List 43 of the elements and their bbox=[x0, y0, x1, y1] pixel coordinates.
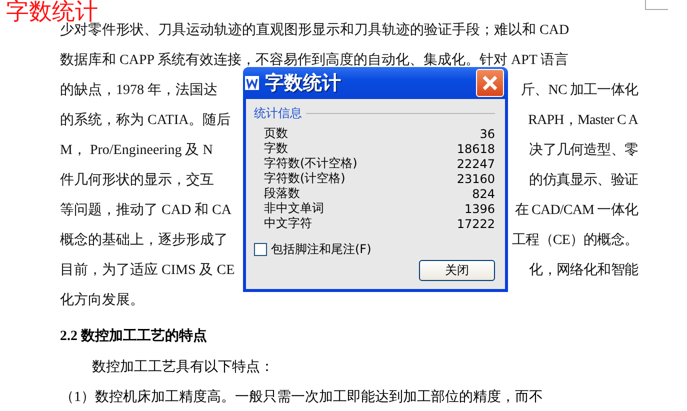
document-text: 的缺点，1978 年，法国达 bbox=[60, 82, 218, 99]
dialog-title: 字数统计 bbox=[265, 71, 342, 96]
document-text: 数据库和 CAPP 系统有效连接，不容易作到高度的自动化、集成化。针对 APT 语言 bbox=[60, 51, 570, 69]
close-button[interactable] bbox=[476, 69, 504, 97]
page-corner-mark bbox=[645, 0, 668, 10]
document-text: 化，网络化和智能 bbox=[529, 262, 638, 279]
stat-value: 1396 bbox=[464, 202, 495, 216]
document-text: 少对零件形状、刀具运动轨迹的直观图形显示和刀具轨迹的验证手段；难以和 CAD bbox=[60, 22, 570, 39]
document-text: 件几何形状的显示，交互 bbox=[60, 171, 215, 189]
document-text: 决了几何造型、零 bbox=[529, 142, 638, 159]
close-dialog-button[interactable]: 关闭 bbox=[419, 260, 495, 281]
document-text: 概念的基础上，逐步形成了 bbox=[60, 232, 229, 249]
stat-value: 23160 bbox=[456, 172, 495, 186]
checkbox-label: 包括脚注和尾注(F) bbox=[271, 241, 372, 258]
stat-label: 字符数(计空格) bbox=[264, 170, 346, 187]
stat-value: 824 bbox=[472, 186, 495, 200]
section-heading: 2.2 数控加工工艺的特点 bbox=[60, 327, 208, 346]
stat-label: 字符数(不计空格) bbox=[264, 155, 358, 172]
document-text: RAPH，Master C A bbox=[528, 112, 638, 129]
group-label: 统计信息 bbox=[254, 105, 302, 122]
document-text: （1）数控机床加工精度高。一般只需一次加工即能达到加工部位的精度，而不 bbox=[60, 388, 544, 407]
document-text: 在 CAD/CAM 一体化 bbox=[514, 202, 638, 219]
stat-value: 18618 bbox=[456, 142, 495, 156]
document-text: 的仿真显示、验证 bbox=[529, 172, 638, 189]
document-text: 斤、NC 加工一体化 bbox=[521, 82, 638, 99]
document-text: 工程（CE）的概念。 bbox=[512, 232, 638, 249]
document-text: 等问题，推动了 CAD 和 CA bbox=[60, 202, 233, 219]
stat-value: 22247 bbox=[456, 156, 495, 170]
stat-value: 17222 bbox=[456, 216, 495, 230]
stat-value: 36 bbox=[480, 126, 495, 140]
document-text: 的系统，称为 CATIA。随后 bbox=[60, 111, 232, 129]
close-icon bbox=[481, 74, 499, 92]
document-text: M， Pro/Engineering 及 N bbox=[60, 142, 214, 159]
document-text: 目前，为了适应 CIMS 及 CE bbox=[60, 261, 236, 279]
app-icon bbox=[245, 76, 259, 90]
stat-label: 非中文单词 bbox=[264, 200, 324, 216]
stat-label: 中文字符 bbox=[264, 215, 312, 232]
stat-label: 页数 bbox=[264, 125, 288, 142]
document-text: 数控加工工艺具有以下特点： bbox=[91, 358, 275, 377]
document-text: 化方向发展。 bbox=[60, 291, 145, 309]
stat-label: 段落数 bbox=[264, 185, 300, 202]
stat-label: 字数 bbox=[264, 140, 288, 156]
checkbox[interactable] bbox=[254, 243, 267, 256]
